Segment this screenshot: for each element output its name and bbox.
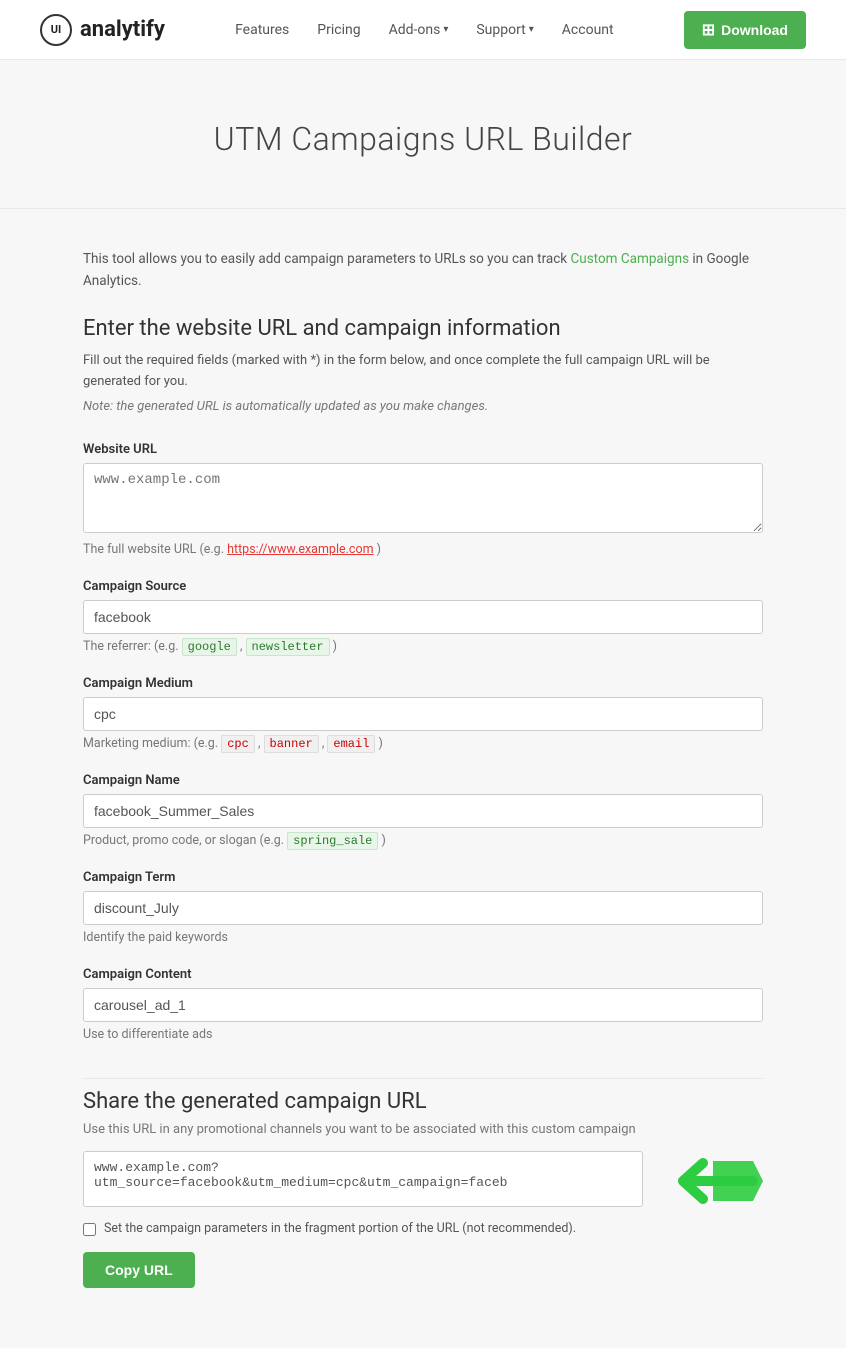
- share-section: Share the generated campaign URL Use thi…: [83, 1078, 763, 1288]
- campaign-term-input[interactable]: [83, 891, 763, 925]
- nav-item-addons[interactable]: Add-ons ▾: [389, 22, 449, 38]
- campaign-source-input[interactable]: [83, 600, 763, 634]
- arrow-icon: [653, 1151, 763, 1211]
- campaign-medium-label: Campaign Medium: [83, 676, 763, 691]
- generated-url-wrapper: www.example.com?utm_source=facebook&utm_…: [83, 1151, 763, 1211]
- generated-url-textarea[interactable]: www.example.com?utm_source=facebook&utm_…: [83, 1151, 643, 1207]
- campaign-content-group: Campaign Content Use to differentiate ad…: [83, 967, 763, 1042]
- campaign-term-hint: Identify the paid keywords: [83, 930, 763, 945]
- hint-tag-newsletter: newsletter: [246, 638, 330, 656]
- campaign-term-group: Campaign Term Identify the paid keywords: [83, 870, 763, 945]
- nav-item-features[interactable]: Features: [235, 22, 289, 38]
- form-section-desc: Fill out the required fields (marked wit…: [83, 351, 763, 393]
- website-url-label: Website URL: [83, 442, 763, 457]
- nav-item-support[interactable]: Support ▾: [476, 22, 533, 38]
- hint-tag-google: google: [182, 638, 237, 656]
- campaign-content-hint: Use to differentiate ads: [83, 1027, 763, 1042]
- nav-account-link[interactable]: Account: [562, 22, 614, 38]
- campaign-term-label: Campaign Term: [83, 870, 763, 885]
- hint-tag-banner: banner: [264, 735, 319, 753]
- navbar: UI analytify Features Pricing Add-ons ▾ …: [0, 0, 846, 60]
- fragment-check-label[interactable]: Set the campaign parameters in the fragm…: [83, 1221, 763, 1236]
- campaign-source-label: Campaign Source: [83, 579, 763, 594]
- page-title: UTM Campaigns URL Builder: [20, 120, 826, 158]
- intro-paragraph: This tool allows you to easily add campa…: [83, 249, 763, 292]
- custom-campaigns-link[interactable]: Custom Campaigns: [570, 251, 689, 267]
- website-url-hint: The full website URL (e.g. https://www.e…: [83, 542, 763, 557]
- nav-links: Features Pricing Add-ons ▾ Support ▾ Acc…: [235, 22, 614, 38]
- chevron-down-icon: ▾: [529, 24, 534, 35]
- hint-tag-spring-sale: spring_sale: [287, 832, 378, 850]
- campaign-name-label: Campaign Name: [83, 773, 763, 788]
- campaign-name-input[interactable]: [83, 794, 763, 828]
- campaign-content-input[interactable]: [83, 988, 763, 1022]
- campaign-content-label: Campaign Content: [83, 967, 763, 982]
- hero-section: UTM Campaigns URL Builder: [0, 60, 846, 209]
- website-url-input[interactable]: [83, 463, 763, 533]
- download-button[interactable]: ⊞ Download: [684, 11, 806, 49]
- form-section-note: Note: the generated URL is automatically…: [83, 399, 763, 414]
- campaign-source-hint: The referrer: (e.g. google , newsletter …: [83, 639, 763, 654]
- campaign-medium-group: Campaign Medium Marketing medium: (e.g. …: [83, 676, 763, 751]
- example-url-link[interactable]: https://www.example.com: [227, 542, 373, 557]
- share-section-title: Share the generated campaign URL: [83, 1089, 763, 1114]
- copy-url-button[interactable]: Copy URL: [83, 1252, 195, 1288]
- brand-name: analytify: [80, 17, 165, 42]
- chevron-down-icon: ▾: [443, 24, 448, 35]
- hint-tag-cpc: cpc: [221, 735, 255, 753]
- campaign-source-group: Campaign Source The referrer: (e.g. goog…: [83, 579, 763, 654]
- main-content: This tool allows you to easily add campa…: [63, 209, 783, 1348]
- nav-features-link[interactable]: Features: [235, 22, 289, 38]
- campaign-medium-hint: Marketing medium: (e.g. cpc , banner , e…: [83, 736, 763, 751]
- fragment-checkbox[interactable]: [83, 1223, 96, 1236]
- nav-pricing-link[interactable]: Pricing: [317, 22, 360, 38]
- nav-item-account[interactable]: Account: [562, 22, 614, 38]
- share-section-desc: Use this URL in any promotional channels…: [83, 1122, 763, 1137]
- hint-tag-email: email: [327, 735, 375, 753]
- arrow-container: [653, 1151, 763, 1211]
- brand-logo[interactable]: UI analytify: [40, 14, 165, 46]
- nav-item-pricing[interactable]: Pricing: [317, 22, 360, 38]
- brand-icon: UI: [40, 14, 72, 46]
- website-url-group: Website URL The full website URL (e.g. h…: [83, 442, 763, 557]
- campaign-name-group: Campaign Name Product, promo code, or sl…: [83, 773, 763, 848]
- campaign-medium-input[interactable]: [83, 697, 763, 731]
- form-section-title: Enter the website URL and campaign infor…: [83, 316, 763, 341]
- wordpress-icon: ⊞: [702, 20, 715, 40]
- campaign-name-hint: Product, promo code, or slogan (e.g. spr…: [83, 833, 763, 848]
